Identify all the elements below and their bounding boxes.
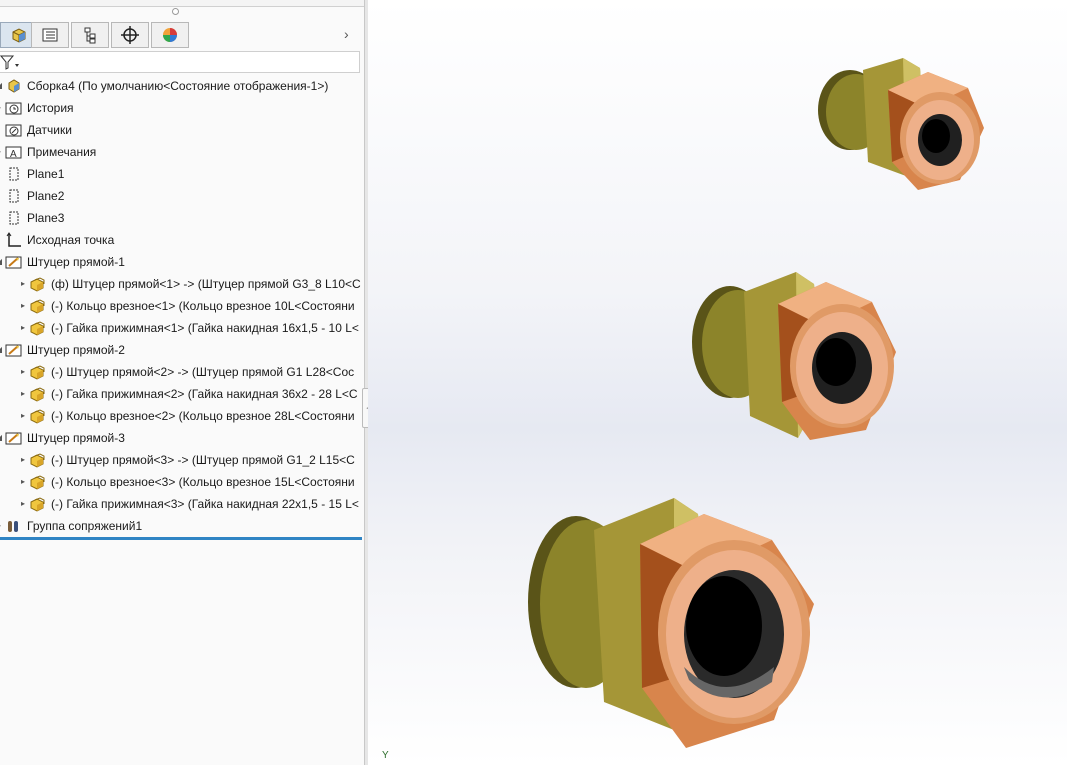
- expand-icon[interactable]: ▸: [18, 405, 28, 427]
- tree-item-label: Plane3: [27, 211, 65, 225]
- graphics-viewport[interactable]: [368, 0, 1067, 765]
- tree-item-subassembly-1[interactable]: ◢Штуцер прямой-1: [0, 251, 125, 273]
- tree-item-plane1[interactable]: Plane1: [0, 163, 64, 185]
- tree-filter[interactable]: [0, 51, 360, 73]
- tab-display-manager[interactable]: [151, 22, 189, 48]
- sensors-icon: [4, 121, 24, 139]
- plane-icon: [4, 209, 24, 227]
- expand-icon[interactable]: ▸: [18, 383, 28, 405]
- tree-item-label: Plane1: [27, 167, 65, 181]
- tree-item-part[interactable]: ▸ (-) Штуцер прямой<2> -> (Штуцер прямой …: [18, 361, 354, 383]
- part-icon: [28, 385, 48, 403]
- part-icon: [28, 275, 48, 293]
- tree-item-label: (-) Гайка прижимная<2> (Гайка накидная 3…: [51, 387, 358, 401]
- tree-item-label: Штуцер прямой-1: [27, 255, 125, 269]
- tree-item-label: История: [27, 101, 74, 115]
- part-icon: [28, 495, 48, 513]
- part-icon: [28, 407, 48, 425]
- expand-icon[interactable]: ▸: [18, 471, 28, 493]
- history-icon: [4, 99, 24, 117]
- tree-item-part[interactable]: ▸ (ф) Штуцер прямой<1> -> (Штуцер прямой …: [18, 273, 361, 295]
- manager-tab-bar: ›: [0, 22, 364, 50]
- feature-manager-icon: [12, 28, 26, 43]
- mates-icon: [4, 517, 24, 535]
- tree-item-part[interactable]: ▸ (-) Кольцо врезное<3> (Кольцо врезное 1…: [18, 471, 355, 493]
- assembly-icon: [4, 77, 24, 95]
- tree-item-label: Группа сопряжений1: [27, 519, 143, 533]
- tree-root-assembly[interactable]: ◢ Сборка4 (По умолчанию<Состояние отобра…: [0, 75, 328, 97]
- tab-property-manager[interactable]: [31, 22, 69, 48]
- tab-configuration-manager[interactable]: [71, 22, 109, 48]
- tree-item-label: Исходная точка: [27, 233, 115, 247]
- property-manager-icon: [42, 28, 58, 42]
- expand-icon[interactable]: ▸: [18, 449, 28, 471]
- expand-icon[interactable]: ▸: [18, 317, 28, 339]
- expand-icon[interactable]: ▸: [18, 361, 28, 383]
- tree-item-part[interactable]: ▸ (-) Гайка прижимная<2> (Гайка накидная …: [18, 383, 358, 405]
- filter-icon: [0, 55, 19, 70]
- tree-end-marker: [0, 537, 362, 540]
- subassembly-icon: [4, 429, 24, 447]
- plane-icon: [4, 187, 24, 205]
- tree-root-label: Сборка4 (По умолчанию<Состояние отображе…: [27, 79, 329, 93]
- svg-text:A: A: [10, 149, 17, 160]
- tree-item-mates[interactable]: ▸Группа сопряжений1: [0, 515, 142, 537]
- tree-item-part[interactable]: ▸ (-) Гайка прижимная<1> (Гайка накидная …: [18, 317, 359, 339]
- tree-item-label: Примечания: [27, 145, 97, 159]
- part-icon: [28, 297, 48, 315]
- tree-item-label: (-) Гайка прижимная<3> (Гайка накидная 2…: [51, 497, 359, 511]
- panel-grip[interactable]: [172, 8, 179, 15]
- tree-item-part[interactable]: ▸ (-) Штуцер прямой<3> -> (Штуцер прямой …: [18, 449, 355, 471]
- subassembly-icon: [4, 341, 24, 359]
- tree-item-annotations[interactable]: ▸AПримечания: [0, 141, 96, 163]
- tree-item-part[interactable]: ▸ (-) Кольцо врезное<1> (Кольцо врезное 1…: [18, 295, 355, 317]
- tree-item-subassembly-3[interactable]: ◢Штуцер прямой-3: [0, 427, 125, 449]
- tree-item-label: (ф) Штуцер прямой<1> -> (Штуцер прямой G…: [51, 277, 361, 291]
- plane-icon: [4, 165, 24, 183]
- expand-icon[interactable]: ▸: [18, 273, 28, 295]
- fitting-2-model[interactable]: [686, 262, 906, 452]
- tree-item-origin[interactable]: Исходная точка: [0, 229, 114, 251]
- expand-icon[interactable]: ▸: [18, 493, 28, 515]
- part-icon: [28, 319, 48, 337]
- expand-icon[interactable]: ▸: [18, 295, 28, 317]
- tree-item-label: Датчики: [27, 123, 72, 137]
- tree-item-sensors[interactable]: Датчики: [0, 119, 72, 141]
- tree-item-label: (-) Кольцо врезное<2> (Кольцо врезное 28…: [51, 409, 355, 423]
- part-icon: [28, 473, 48, 491]
- tree-item-subassembly-2[interactable]: ◢Штуцер прямой-2: [0, 339, 125, 361]
- triad-y-label: Y: [382, 750, 389, 761]
- fitting-3-model[interactable]: [524, 492, 824, 752]
- tree-item-part[interactable]: ▸ (-) Кольцо врезное<2> (Кольцо врезное 2…: [18, 405, 355, 427]
- tree-item-label: Штуцер прямой-2: [27, 343, 125, 357]
- tree-item-label: (-) Штуцер прямой<2> -> (Штуцер прямой G…: [51, 365, 355, 379]
- configuration-manager-icon: [84, 27, 96, 44]
- tree-item-label: Штуцер прямой-3: [27, 431, 125, 445]
- part-icon: [28, 363, 48, 381]
- tree-item-history[interactable]: ▸История: [0, 97, 74, 119]
- part-icon: [28, 451, 48, 469]
- tree-item-label: (-) Кольцо врезное<1> (Кольцо врезное 10…: [51, 299, 355, 313]
- tree-item-plane2[interactable]: Plane2: [0, 185, 64, 207]
- tree-item-part[interactable]: ▸ (-) Гайка прижимная<3> (Гайка накидная …: [18, 493, 359, 515]
- tab-dimxpert[interactable]: [111, 22, 149, 48]
- tree-item-plane3[interactable]: Plane3: [0, 207, 64, 229]
- display-manager-icon: [163, 28, 177, 42]
- tree-item-label: (-) Гайка прижимная<1> (Гайка накидная 1…: [51, 321, 359, 335]
- fitting-1-model[interactable]: [808, 50, 998, 200]
- panel-top-strip: [0, 0, 364, 7]
- annotations-icon: A: [4, 143, 24, 161]
- dimxpert-icon: [121, 26, 139, 44]
- origin-icon: [4, 231, 24, 249]
- tree-item-label: (-) Кольцо врезное<3> (Кольцо врезное 15…: [51, 475, 355, 489]
- feature-manager-panel: › ◢ Сборка4 (По умолчанию<Состояние отоб…: [0, 0, 364, 765]
- chevron-right-icon[interactable]: ›: [344, 26, 349, 42]
- tree-item-label: (-) Штуцер прямой<3> -> (Штуцер прямой G…: [51, 453, 355, 467]
- subassembly-icon: [4, 253, 24, 271]
- tree-item-label: Plane2: [27, 189, 65, 203]
